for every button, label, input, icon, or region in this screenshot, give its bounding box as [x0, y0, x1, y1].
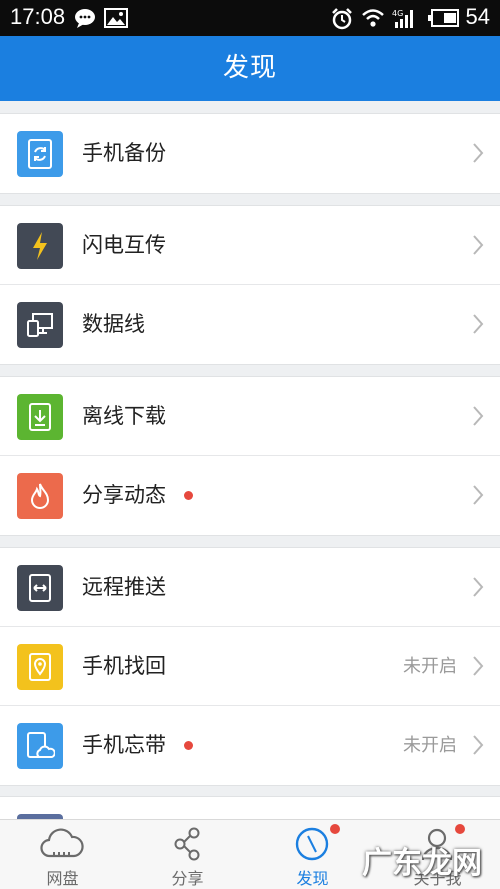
lightning-icon — [17, 223, 63, 269]
list-item-label: 手机找回 — [82, 654, 166, 678]
signal-icon: 4G — [392, 8, 418, 32]
phone-cloud-icon — [17, 723, 63, 769]
alarm-icon — [331, 8, 353, 34]
list-item-label: 手机备份 — [82, 141, 166, 165]
tab-label: 发现 — [296, 869, 329, 888]
flame-icon — [17, 473, 63, 519]
list-item-find-phone[interactable]: 手机找回 未开启 — [0, 627, 500, 706]
network-text: 4G — [392, 9, 403, 18]
list-item-label: 手机忘带 — [82, 733, 166, 757]
list-item-label: 分享动态 — [82, 483, 166, 507]
list-item-label: 离线下载 — [82, 404, 166, 428]
list-item-label: 数据线 — [82, 312, 145, 336]
list-item-data-cable[interactable]: 数据线 — [0, 285, 500, 364]
list-item-label: 远程推送 — [82, 575, 166, 599]
list-group: 闪电互传 数据线 — [0, 205, 500, 365]
status-bar: 17:08 4G 54 — [0, 0, 500, 36]
list-item-offline-download[interactable]: 离线下载 — [0, 377, 500, 456]
chevron-right-icon — [472, 576, 484, 602]
app-header: 发现 — [0, 36, 500, 101]
discover-list[interactable]: 手机备份 闪电互传 数据线 离线下载 分享动态 远程推送 手机找回 未开启 手机… — [0, 101, 500, 819]
battery-icon — [428, 8, 460, 32]
cloud-icon — [40, 826, 84, 866]
list-item-lightning-transfer[interactable]: 闪电互传 — [0, 206, 500, 285]
chevron-right-icon — [472, 405, 484, 431]
list-group: 离线下载 分享动态 — [0, 376, 500, 536]
chevron-right-icon — [472, 655, 484, 681]
new-indicator-dot — [184, 741, 193, 750]
list-item-phone-forgotten[interactable]: 手机忘带 未开启 — [0, 706, 500, 785]
locate-icon — [17, 644, 63, 690]
tab-discover[interactable]: 发现 — [250, 820, 375, 889]
tab-share[interactable]: 分享 — [125, 820, 250, 889]
page-title: 发现 — [222, 53, 277, 83]
list-group-partial — [0, 796, 500, 819]
compass-icon — [290, 826, 334, 866]
push-icon — [17, 565, 63, 611]
list-item-phone-backup[interactable]: 手机备份 — [0, 114, 500, 193]
status-text: 未开启 — [403, 735, 457, 756]
notification-badge — [330, 824, 340, 834]
chevron-right-icon — [472, 313, 484, 339]
list-item-label: 闪电互传 — [82, 233, 166, 257]
chevron-right-icon — [472, 734, 484, 760]
status-text: 未开启 — [403, 656, 457, 677]
status-time: 17:08 — [10, 4, 66, 29]
chat-bubble-icon — [74, 8, 96, 32]
backup-icon — [17, 131, 63, 177]
wifi-icon — [361, 8, 385, 32]
list-group: 手机备份 — [0, 113, 500, 194]
new-indicator-dot — [184, 491, 193, 500]
list-item-remote-push[interactable]: 远程推送 — [0, 548, 500, 627]
tab-cloud-drive[interactable]: 网盘 — [0, 820, 125, 889]
tab-label: 网盘 — [46, 869, 79, 888]
chevron-right-icon — [472, 484, 484, 510]
list-group: 远程推送 手机找回 未开启 手机忘带 未开启 — [0, 547, 500, 786]
battery-level: 54 — [465, 4, 490, 29]
chevron-right-icon — [472, 234, 484, 260]
devices-icon — [17, 302, 63, 348]
watermark-logo: 广东龙网 — [362, 846, 482, 881]
image-icon — [104, 8, 128, 32]
list-item-share-feed[interactable]: 分享动态 — [0, 456, 500, 535]
chevron-right-icon — [472, 142, 484, 168]
tab-label: 分享 — [171, 869, 204, 888]
download-icon — [17, 394, 63, 440]
share-icon — [165, 826, 209, 866]
notification-badge — [455, 824, 465, 834]
